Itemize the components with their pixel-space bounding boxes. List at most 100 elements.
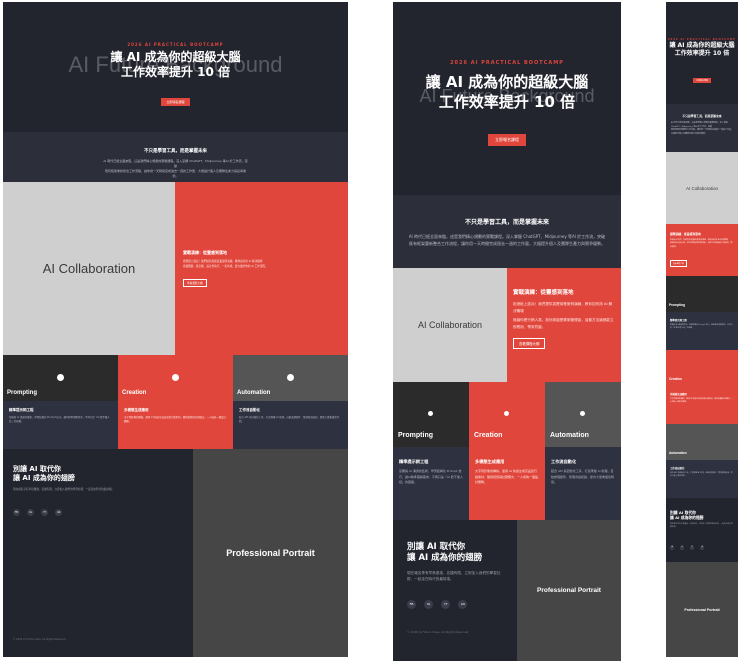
- facebook-icon[interactable]: FB: [407, 600, 416, 609]
- card-body-creation: 多模態生成應用 文字到影像的轉換，運用 AI 快速生成高品質行銷素材，簡報視覺與…: [666, 386, 738, 424]
- card-automation: Automation: [233, 355, 348, 401]
- hero-eyebrow: 2026 AI PRACTICAL BOOTCAMP: [668, 38, 736, 41]
- dot-icon: [428, 411, 433, 416]
- intro-section: 不只是學習工具，而是掌握未來 AI 時代已經全面來臨，這是我們精心規劃的實戰課程…: [3, 132, 348, 182]
- card-creation: Creation: [666, 350, 738, 386]
- intro-text: AI 時代已經全面來臨，這是我們精心規劃的實戰課程。深入掌握 ChatGPT、M…: [103, 159, 248, 178]
- practice-text: 拒絕紙上談兵！我們提供真實商業案例演練，教你如何用 AI 解決職場 無論你是行銷…: [670, 239, 733, 248]
- card-label: Creation: [122, 390, 147, 396]
- card-automation: Automation: [666, 424, 738, 460]
- linkedin-icon[interactable]: LN: [458, 600, 468, 609]
- social-links: FB IG YT LN: [13, 498, 183, 517]
- future-text: 現在報名享有早鳥優惠，名額有限，立即加入我們的學習社群，一起走在時代的最前端。: [13, 488, 115, 491]
- practice-section: 實戰演練：從靈感到落地 拒絕紙上談兵！我們提供真實商業案例演練，教你如何用 AI…: [175, 182, 348, 355]
- youtube-icon[interactable]: YT: [690, 546, 695, 551]
- register-button[interactable]: 立即報名課程: [161, 98, 190, 106]
- card-body-prompting: 精準提示詞工程 掌握與 AI 溝通的藝術，學習結構化 Prompt 技巧，讓AI…: [393, 447, 469, 520]
- syllabus-button[interactable]: 查看課程大綱: [513, 338, 546, 349]
- future-section: 別讓 AI 取代你 讓 AI 成為你的翅膀 現在報名享有早鳥優惠，名額有限，立即…: [666, 498, 738, 562]
- instagram-icon[interactable]: IG: [424, 600, 434, 609]
- intro-text: AI 時代已經全面來臨，這是我們精心規劃的實戰課程。深入掌握 ChatGPT、M…: [408, 234, 606, 246]
- future-title: 別讓 AI 取代你 讓 AI 成為你的翅膀: [13, 465, 75, 482]
- card-body-automation: 工作流自動化 結合 API 與自動化工具，打造專屬 AI 助理，自動處理郵件、整…: [233, 401, 348, 449]
- intro-text: AI 時代已經全面來臨，這是我們精心規劃的實戰課程。深入掌握 ChatGPT、M…: [671, 122, 734, 135]
- register-button[interactable]: 立即報名課程: [692, 78, 711, 83]
- hero-cta-wrap: 立即報名課程: [666, 66, 738, 85]
- dot-icon: [504, 411, 509, 416]
- card-label: Prompting: [7, 390, 37, 396]
- social-links: FB IG YT LN: [407, 590, 503, 609]
- card-label: Prompting: [669, 303, 685, 307]
- hero-title: 讓 AI 成為你的超級大腦 工作效率提升 10 倍: [669, 42, 735, 57]
- card-prompting: Prompting: [666, 276, 738, 312]
- card-body-automation: 工作流自動化 結合 API 與自動化工具，打造專屬 AI 助理，自動處理郵件、整…: [545, 447, 621, 520]
- intro-section: 不只是學習工具，而是掌握未來 AI 時代已經全面來臨，這是我們精心規劃的實戰課程…: [666, 104, 738, 152]
- facebook-icon[interactable]: FB: [13, 509, 20, 516]
- hero-title: 讓 AI 成為你的超級大腦 工作效率提升 10 倍: [425, 73, 589, 111]
- instagram-icon[interactable]: IG: [27, 509, 35, 516]
- mobile-preview: 2026 AI PRACTICAL BOOTCAMP 讓 AI 成為你的超級大腦…: [666, 2, 738, 657]
- ai-collaboration-image: AI Collaboration: [666, 152, 738, 224]
- intro-title: 不只是學習工具，而是掌握未來: [144, 149, 207, 154]
- linkedin-icon[interactable]: LN: [55, 509, 63, 516]
- hero-title-line2: 工作效率提升 10 倍: [120, 65, 231, 79]
- practice-title: 實戰演練：從靈感到落地: [670, 232, 701, 236]
- card-body-prompting: 精準提示詞工程 掌握與 AI 溝通的藝術，學習結構化 Prompt 技巧，讓AI…: [3, 401, 118, 449]
- ai-collaboration-image: AI Collaboration: [393, 268, 507, 382]
- instagram-icon[interactable]: IG: [680, 546, 685, 551]
- professional-portrait-image: Professional Portrait: [666, 562, 738, 657]
- syllabus-button[interactable]: 查看課程大綱: [670, 260, 687, 268]
- card-label: Creation: [669, 377, 682, 381]
- card-label: Prompting: [398, 432, 433, 439]
- future-title: 別讓 AI 取代你 讓 AI 成為你的翅膀: [670, 510, 704, 520]
- practice-title: 實戰演練：從靈感到落地: [183, 250, 227, 255]
- syllabus-button[interactable]: 查看課程大綱: [183, 279, 207, 288]
- card-body-automation: 工作流自動化 結合 API 與自動化工具，打造專屬 AI 助理，自動處理郵件、整…: [666, 460, 738, 498]
- footer-text: © 2026 AI Future Class. All Rights Reser…: [407, 630, 470, 634]
- hero-cta-wrap: 立即報名課程: [3, 88, 348, 107]
- future-text: 現在報名享有早鳥優惠，名額有限，立即加入我們的學習社群，一起走在時代的最前端。: [407, 571, 501, 581]
- hero-section: 2026 AI PRACTICAL BOOTCAMP AI Future Bac…: [3, 2, 348, 132]
- professional-portrait-image: Professional Portrait: [517, 520, 621, 661]
- card-label: Automation: [550, 432, 589, 439]
- youtube-icon[interactable]: YT: [41, 509, 49, 516]
- practice-text: 拒絕紙上談兵！我們提供真實商業案例演練，教你如何用 AI 解決職場 無論你是行銷…: [513, 302, 614, 329]
- future-text: 現在報名享有早鳥優惠，名額有限，立即加入我們的學習社群，一起走在時代的最前端。: [670, 523, 733, 529]
- desktop-preview: 2026 AI PRACTICAL BOOTCAMP AI Future Bac…: [3, 2, 348, 657]
- card-label: Automation: [669, 451, 687, 455]
- practice-title: 實戰演練：從靈感到落地: [513, 290, 574, 296]
- youtube-icon[interactable]: YT: [441, 600, 451, 609]
- future-section: 別讓 AI 取代你 讓 AI 成為你的翅膀 現在報名享有早鳥優惠，名額有限，立即…: [393, 520, 517, 661]
- professional-portrait-image: Professional Portrait: [193, 449, 348, 657]
- future-title: 別讓 AI 取代你 讓 AI 成為你的翅膀: [407, 542, 483, 563]
- card-creation: Creation: [469, 382, 545, 447]
- practice-section: 實戰演練：從靈感到落地 拒絕紙上談兵！我們提供真實商業案例演練，教你如何用 AI…: [507, 268, 621, 382]
- hero-section: 2026 AI PRACTICAL BOOTCAMP 讓 AI 成為你的超級大腦…: [666, 2, 738, 104]
- card-prompting: Prompting: [3, 355, 118, 401]
- intro-section: 不只是學習工具，而是掌握未來 AI 時代已經全面來臨，這是我們精心規劃的實戰課程…: [393, 195, 621, 268]
- social-links: FB IG YT LN: [670, 532, 734, 551]
- intro-title: 不只是學習工具，而是掌握未來: [682, 114, 722, 118]
- intro-title: 不只是學習工具，而是掌握未來: [464, 219, 549, 226]
- dot-icon: [57, 374, 64, 381]
- card-label: Automation: [237, 390, 271, 396]
- hero-cta-wrap: 立即報名課程: [393, 126, 621, 146]
- dot-icon: [287, 374, 294, 381]
- card-body-creation: 多模態生成應用 文字到影像的轉換，運用 AI 快速生成高品質行銷素材，簡報視覺與…: [469, 447, 545, 520]
- facebook-icon[interactable]: FB: [670, 546, 674, 551]
- hero-title-line1: 讓 AI 成為你的超級大腦: [110, 50, 241, 64]
- card-label: Creation: [474, 432, 503, 439]
- hero-eyebrow: 2026 AI PRACTICAL BOOTCAMP: [127, 42, 224, 47]
- linkedin-icon[interactable]: LN: [700, 546, 705, 551]
- card-body-creation: 多模態生成應用 文字到影像的轉換，運用 AI 快速生成高品質行銷素材，簡報視覺與…: [118, 401, 233, 449]
- hero-section: 2026 AI PRACTICAL BOOTCAMP AI Future Bac…: [393, 2, 621, 195]
- card-creation: Creation: [118, 355, 233, 401]
- dot-icon: [580, 411, 585, 416]
- card-automation: Automation: [545, 382, 621, 447]
- ai-collaboration-image: AI Collaboration: [3, 182, 175, 355]
- practice-section: 實戰演練：從靈感到落地 拒絕紙上談兵！我們提供真實商業案例演練，教你如何用 AI…: [666, 224, 738, 276]
- practice-text: 拒絕紙上談兵！我們提供真實商業案例演練，教你如何用 AI 解決職場 真實難題，從…: [183, 260, 268, 268]
- footer-text: © 2026 AI Future Class. All Rights Reser…: [13, 638, 67, 641]
- hero-eyebrow: 2026 AI PRACTICAL BOOTCAMP: [450, 60, 564, 66]
- register-button[interactable]: 立即報名課程: [488, 134, 526, 146]
